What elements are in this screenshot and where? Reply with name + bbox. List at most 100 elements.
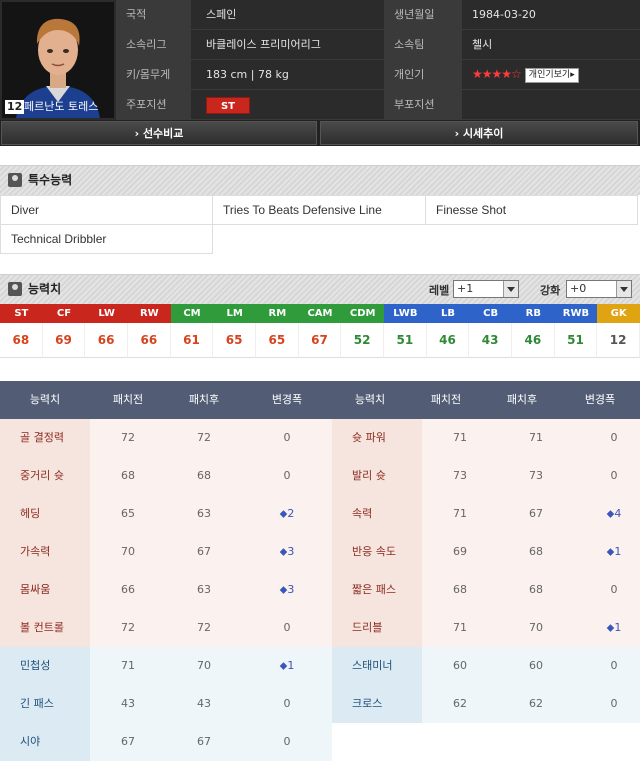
stat-change: ⬥1 <box>606 621 622 634</box>
player-number: 12 <box>5 100 25 114</box>
stat-change: ⬥1 <box>279 659 295 672</box>
level-select[interactable]: +1 <box>453 280 519 298</box>
position-rating: CM 61 <box>170 304 214 358</box>
column-header: 변경폭 <box>271 393 303 406</box>
price-trend-button[interactable]: › 시세추이 <box>320 121 638 145</box>
stat-value: 69 <box>453 545 467 558</box>
position-value: 43 <box>469 323 512 358</box>
stat-name: 짧은 패스 <box>332 571 422 609</box>
position-code: ST <box>0 304 43 323</box>
stat-value: 70 <box>529 621 543 634</box>
position-rating: RM 65 <box>256 304 299 358</box>
position-value: 61 <box>170 323 214 358</box>
position-value: 46 <box>426 323 470 358</box>
info-row-nationality: 국적 스페인 생년월일 1984-03-20 <box>116 0 640 30</box>
position-rating: LWB 51 <box>384 304 427 358</box>
position-code: RB <box>512 304 555 323</box>
trait-item: Diver <box>0 195 213 225</box>
position-code: CF <box>42 304 86 323</box>
column-header: 능력치 <box>29 393 61 406</box>
stat-value: 68 <box>197 469 211 482</box>
stat-value: 70 <box>197 659 211 672</box>
position-badge: ST <box>206 96 250 114</box>
stat-value: 70 <box>121 545 135 558</box>
compare-player-button[interactable]: › 선수비교 <box>1 121 317 145</box>
stat-value: 68 <box>529 583 543 596</box>
stat-value: 71 <box>453 507 467 520</box>
position-value: 65 <box>256 323 299 358</box>
stat-row: 드리블 71 70 ⬥1 <box>332 609 640 647</box>
stat-name: 스태미너 <box>332 647 422 685</box>
stat-value: 60 <box>529 659 543 672</box>
user-icon <box>8 173 22 187</box>
stat-change: ⬥1 <box>606 545 622 558</box>
enhance-select[interactable]: +0 <box>566 280 632 298</box>
trait-item: Finesse Shot <box>425 195 638 225</box>
position-rating: CF 69 <box>42 304 86 358</box>
stat-row: 슛 파워 71 71 0 <box>332 419 640 457</box>
stat-value: 68 <box>529 545 543 558</box>
info-row-height: 키/몸무게 183 cm | 78 kg 개인기 ★★★★☆ 개인기보기▸ <box>116 60 640 90</box>
column-header: 패치전 <box>112 393 144 406</box>
stat-name: 크로스 <box>332 685 422 723</box>
stat-change: 0 <box>283 621 291 634</box>
star-rating-icon: ★★★★☆ <box>472 67 522 81</box>
position-code: RWB <box>554 304 598 323</box>
stat-row: 속력 71 67 ⬥4 <box>332 495 640 533</box>
info-value: 스페인 <box>206 8 237 21</box>
stat-value: 68 <box>121 469 135 482</box>
level-select-value: +1 <box>457 282 474 295</box>
section-title: 능력치 <box>28 282 62 296</box>
info-row-league: 소속리그 바클레이스 프리미어리그 소속팀 첼시 <box>116 30 640 60</box>
column-header: 패치후 <box>188 393 220 406</box>
stat-value: 65 <box>121 507 135 520</box>
stat-change: 0 <box>610 697 618 710</box>
trait-item: Technical Dribbler <box>0 224 213 254</box>
stat-change: ⬥3 <box>279 545 295 558</box>
stat-name: 반응 속도 <box>332 533 422 571</box>
player-card: 12 페르난도 토레스 국적 스페인 생년월일 1984-03-20 소속리그 … <box>0 0 640 120</box>
view-skills-button[interactable]: 개인기보기▸ <box>524 67 579 83</box>
stat-row: 헤딩 65 63 ⬥2 <box>0 495 332 533</box>
player-name: 페르난도 토레스 <box>24 100 99 113</box>
stat-value: 62 <box>529 697 543 710</box>
info-row-position: 주포지션 ST 부포지션 <box>116 90 640 120</box>
stat-value: 66 <box>121 583 135 596</box>
sub-position <box>472 90 632 119</box>
position-rating: RB 46 <box>512 304 555 358</box>
info-value: 바클레이스 프리미어리그 <box>206 38 321 51</box>
info-label: 소속리그 <box>116 30 191 59</box>
position-ratings: ST 68 CF 69 LW 66 RW 66 CM 61 LM 65 RM 65 CAM 67 CDM 52 LW… <box>0 304 640 358</box>
info-label: 생년월일 <box>384 0 462 29</box>
stat-name: 슛 파워 <box>332 419 422 457</box>
position-code: CAM <box>298 304 342 323</box>
stat-row: 시야 67 67 0 <box>0 723 332 761</box>
stat-value: 71 <box>121 659 135 672</box>
position-rating: RW 66 <box>128 304 171 358</box>
stat-value: 67 <box>121 735 135 748</box>
enhance-label: 강화 <box>540 284 561 297</box>
stat-value: 67 <box>197 735 211 748</box>
position-code: RM <box>256 304 299 323</box>
info-value: 첼시 <box>472 38 493 51</box>
stat-row: 몸싸움 66 63 ⬥3 <box>0 571 332 609</box>
stat-value: 71 <box>529 431 543 444</box>
stat-change: 0 <box>610 469 618 482</box>
stat-value: 68 <box>453 583 467 596</box>
stat-value: 73 <box>529 469 543 482</box>
position-code: CM <box>170 304 214 323</box>
stat-change: 0 <box>283 697 291 710</box>
stat-name: 발리 슛 <box>332 457 422 495</box>
position-rating: CDM 52 <box>341 304 384 358</box>
stat-value: 62 <box>453 697 467 710</box>
position-rating: LM 65 <box>213 304 256 358</box>
enhance-select-value: +0 <box>570 282 587 295</box>
stat-change: ⬥4 <box>606 507 622 520</box>
position-value: 52 <box>341 323 384 358</box>
stat-change: 0 <box>283 469 291 482</box>
info-label: 주포지션 <box>116 90 191 119</box>
stat-value: 73 <box>453 469 467 482</box>
section-title: 특수능력 <box>28 173 73 187</box>
stat-change: 0 <box>610 583 618 596</box>
stat-value: 63 <box>197 507 211 520</box>
